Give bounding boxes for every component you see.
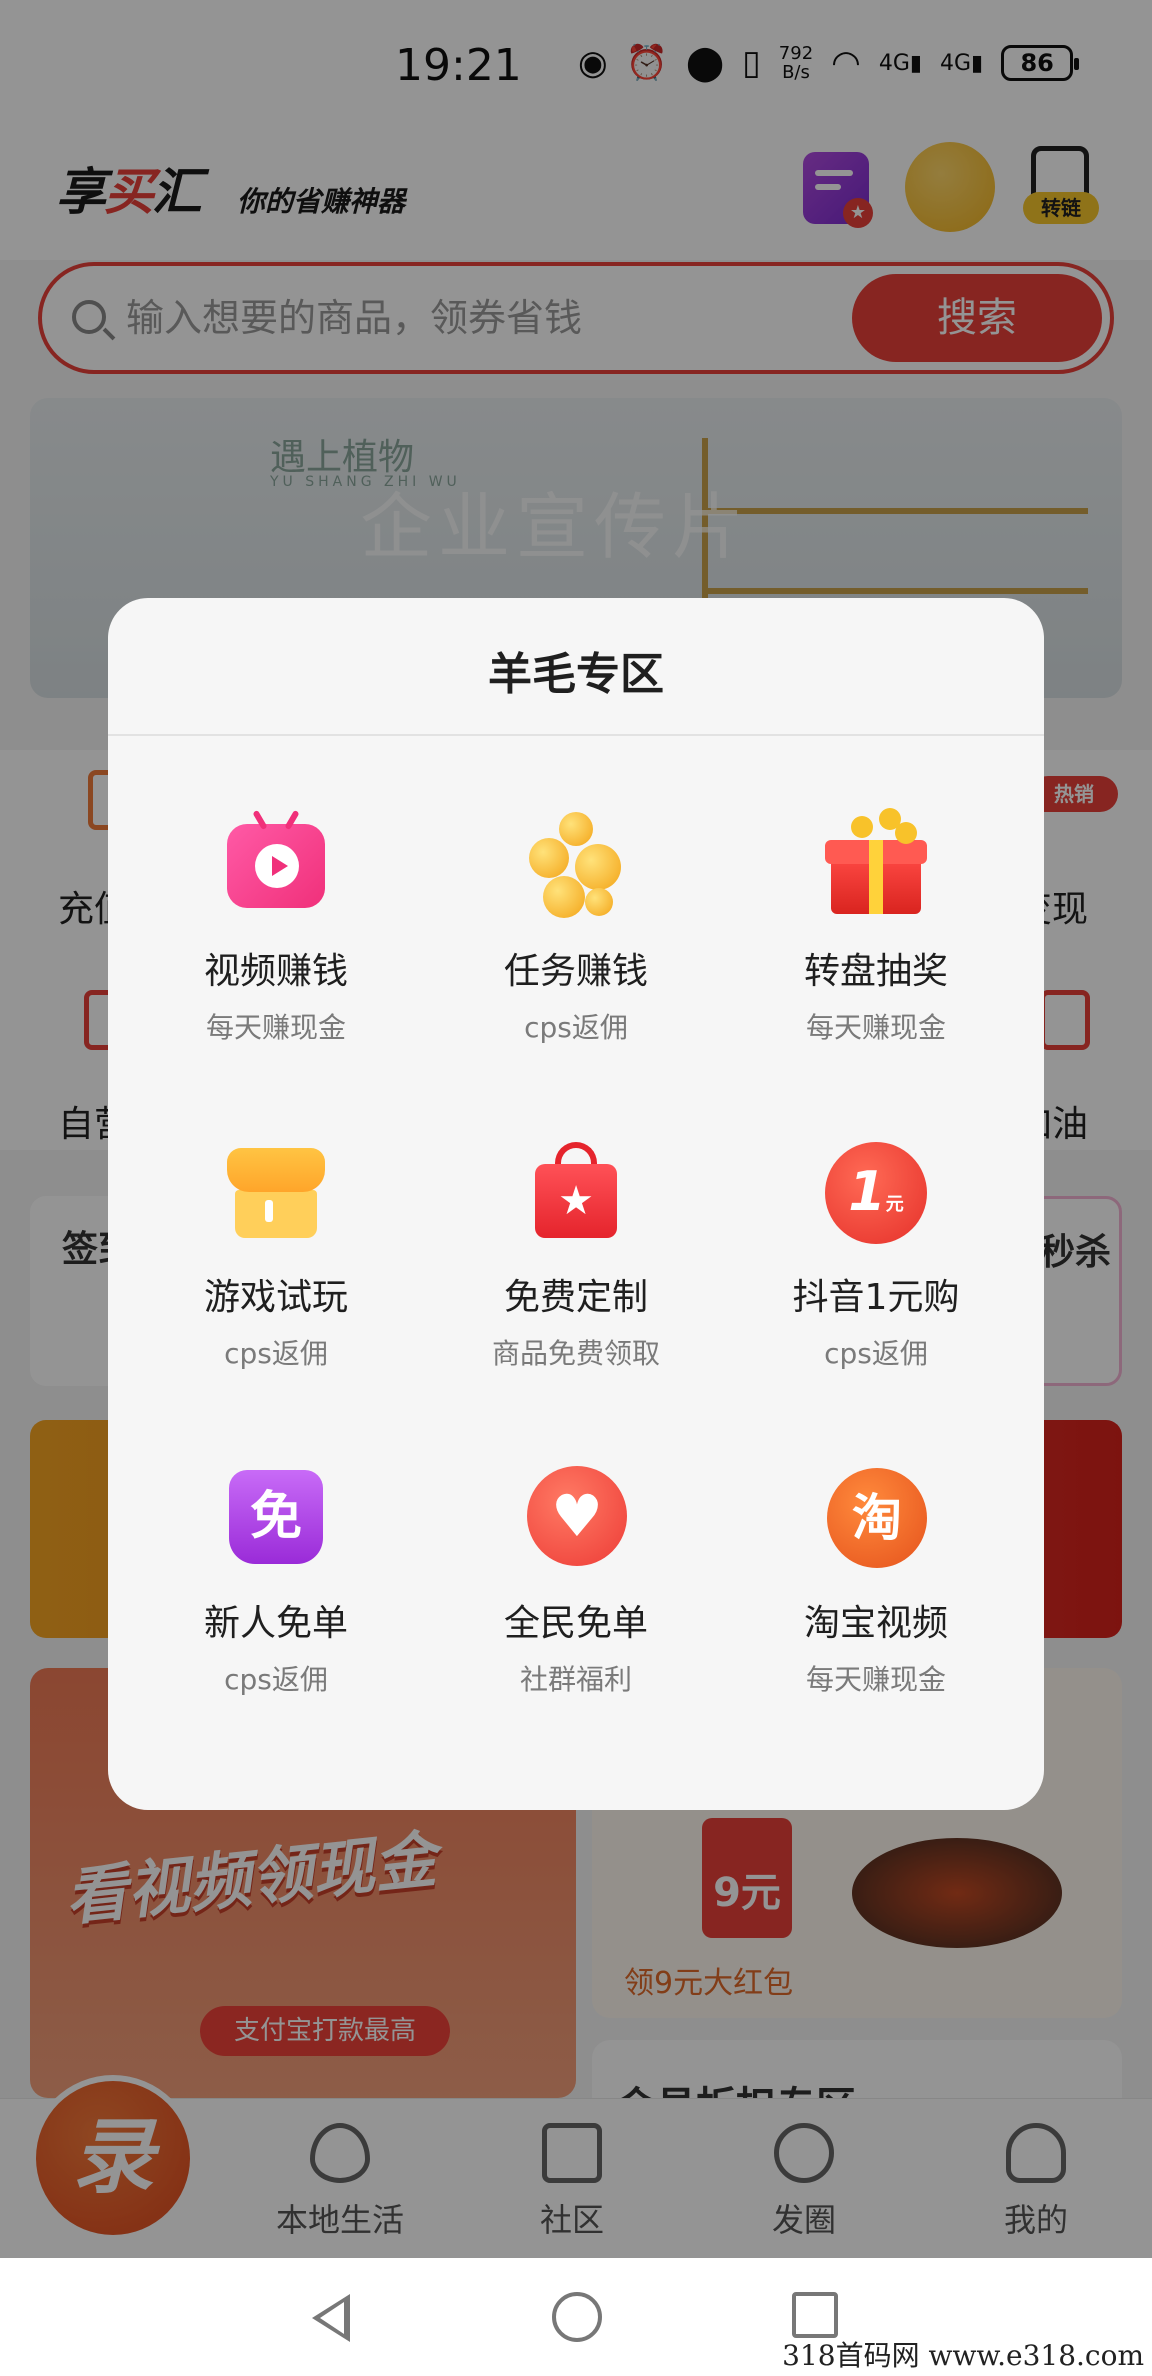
shopping-bag-icon: ★	[521, 1134, 631, 1244]
free-badge-icon: 免	[221, 1460, 331, 1570]
tile-wheel-lottery[interactable]: 转盘抽奖 每天赚现金	[726, 808, 1026, 1108]
tile-name: 抖音1元购	[792, 1277, 960, 1318]
modal-divider	[108, 734, 1044, 736]
tile-task-earn[interactable]: 任务赚钱 cps返佣	[426, 808, 726, 1108]
tile-sub: cps返佣	[224, 1663, 328, 1696]
home-icon[interactable]	[552, 2292, 602, 2342]
tile-taobao-video[interactable]: 淘 淘宝视频 每天赚现金	[726, 1460, 1026, 1760]
shop-store-icon	[221, 1134, 331, 1244]
tile-everyone-free[interactable]: ♥ 全民免单 社群福利	[426, 1460, 726, 1760]
watermark: 318首码网 www.e318.com	[782, 2339, 1144, 2372]
tile-sub: 每天赚现金	[805, 1663, 946, 1696]
tile-name: 转盘抽奖	[803, 951, 948, 992]
heart-icon: ♥	[521, 1460, 631, 1570]
tile-newbie-free[interactable]: 免 新人免单 cps返佣	[126, 1460, 426, 1760]
tile-sub: 每天赚现金	[205, 1011, 346, 1044]
modal-title: 羊毛专区	[488, 649, 664, 700]
tile-video-earn[interactable]: 视频赚钱 每天赚现金	[126, 808, 426, 1108]
tile-name: 免费定制	[503, 1277, 648, 1318]
tile-name: 视频赚钱	[203, 951, 348, 992]
tile-sub: cps返佣	[224, 1337, 328, 1370]
recent-apps-icon[interactable]	[792, 2292, 838, 2338]
wool-zone-modal: 羊毛专区 视频赚钱 每天赚现金 任务赚钱 cps返佣 转盘抽奖 每天赚现金 游戏…	[108, 598, 1044, 1810]
tile-name: 全民免单	[503, 1603, 648, 1644]
gift-box-icon	[821, 808, 931, 918]
tile-free-custom[interactable]: ★ 免费定制 商品免费领取	[426, 1134, 726, 1434]
tile-name: 新人免单	[203, 1603, 348, 1644]
tile-name: 游戏试玩	[203, 1277, 348, 1318]
gold-coins-icon	[521, 808, 631, 918]
tile-sub: cps返佣	[824, 1337, 928, 1370]
tile-sub: cps返佣	[524, 1011, 628, 1044]
one-yuan-icon: 1元	[821, 1134, 931, 1244]
system-nav-bar: 318首码网 www.e318.com	[0, 2258, 1152, 2376]
tile-name: 任务赚钱	[503, 951, 648, 992]
tile-douyin-one-yuan[interactable]: 1元 抖音1元购 cps返佣	[726, 1134, 1026, 1434]
tile-sub: 每天赚现金	[805, 1011, 946, 1044]
back-icon[interactable]	[312, 2294, 350, 2342]
tile-name: 淘宝视频	[803, 1603, 948, 1644]
video-tv-icon	[221, 808, 331, 918]
tile-sub: 社群福利	[519, 1663, 632, 1696]
tile-game-trial[interactable]: 游戏试玩 cps返佣	[126, 1134, 426, 1434]
tile-sub: 商品免费领取	[491, 1337, 660, 1370]
taobao-icon: 淘	[821, 1460, 931, 1570]
